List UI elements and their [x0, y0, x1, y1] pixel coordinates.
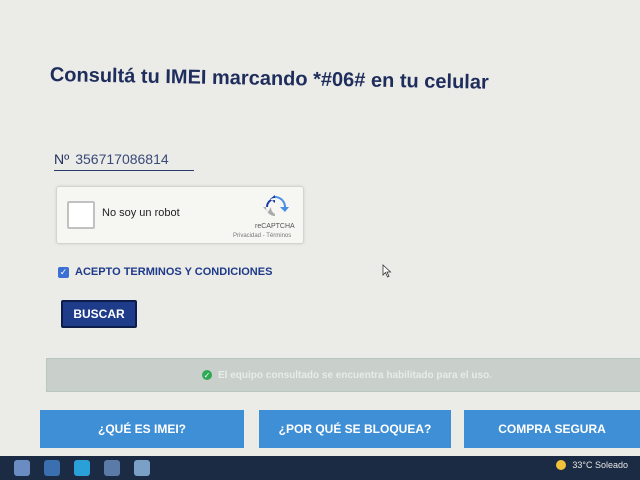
- status-message: El equipo consultado se encuentra habili…: [218, 369, 492, 381]
- mouse-cursor-icon: [382, 264, 392, 278]
- status-banner: ✓ El equipo consultado se encuentra habi…: [46, 358, 640, 392]
- search-icon[interactable]: [44, 460, 60, 476]
- terms-label: ACEPTO TERMINOS Y CONDICIONES: [75, 266, 273, 278]
- taskbar: 33°C Soleado: [0, 456, 640, 480]
- imei-prefix: Nº: [54, 151, 70, 167]
- edge-icon[interactable]: [74, 460, 90, 476]
- imei-field[interactable]: Nº: [54, 148, 194, 171]
- recaptcha-checkbox[interactable]: [67, 201, 95, 229]
- recaptcha-brand: reCAPTCHA: [255, 223, 295, 230]
- recaptcha-links[interactable]: Privacidad - Términos: [233, 233, 291, 239]
- page-title: Consultá tu IMEI marcando *#06# en tu ce…: [49, 64, 489, 94]
- recaptcha-logo-icon: [263, 195, 289, 216]
- recaptcha-label: No soy un robot: [102, 207, 180, 219]
- system-tray: 33°C Soleado: [556, 460, 628, 470]
- clock-icon[interactable]: [134, 460, 150, 476]
- safe-purchase-button[interactable]: COMPRA SEGURA: [464, 410, 640, 448]
- imei-input[interactable]: [75, 151, 186, 167]
- start-icon[interactable]: [14, 460, 30, 476]
- check-circle-icon: ✓: [202, 370, 213, 380]
- what-is-imei-button[interactable]: ¿QUÉ ES IMEI?: [40, 410, 244, 448]
- terms-checkbox[interactable]: ✓: [58, 266, 69, 278]
- terms-row[interactable]: ✓ ACEPTO TERMINOS Y CONDICIONES: [58, 266, 272, 278]
- weather-text[interactable]: 33°C Soleado: [572, 460, 628, 470]
- app-icon[interactable]: [104, 460, 120, 476]
- search-button[interactable]: BUSCAR: [61, 300, 137, 328]
- sun-icon: [556, 460, 567, 470]
- recaptcha-widget: No soy un robot reCAPTCHA Privacidad - T…: [56, 186, 304, 244]
- why-blocked-button[interactable]: ¿POR QUÉ SE BLOQUEA?: [259, 410, 451, 448]
